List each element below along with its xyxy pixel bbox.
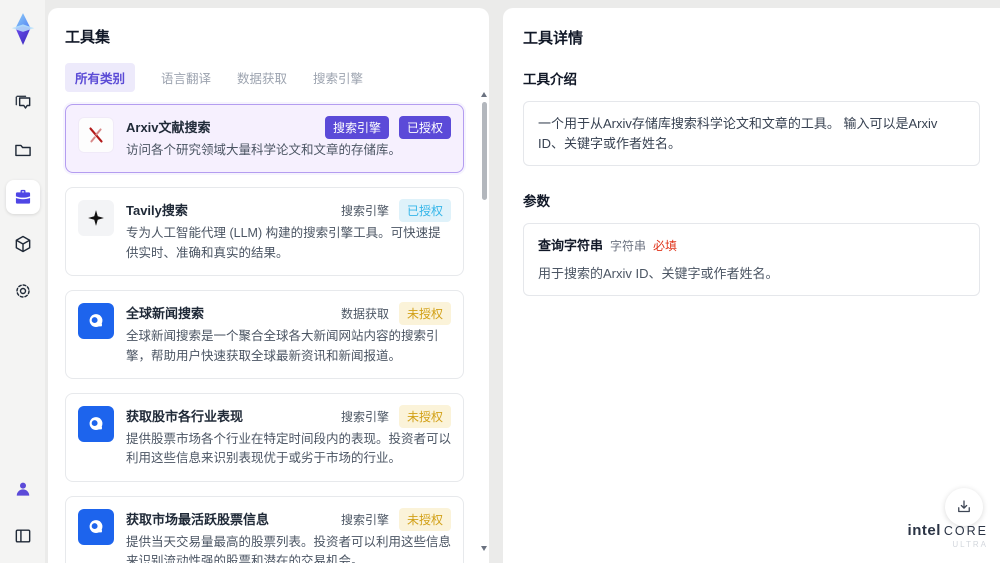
tool-desc: 专为人工智能代理 (LLM) 构建的搜索引擎工具。可快速提供实时、准确和真实的结… [126,226,441,260]
tool-details-panel: 工具详情 工具介绍 一个用于从Arxiv存储库搜索科学论文和文章的工具。 输入可… [503,8,1000,563]
cube-icon[interactable] [6,227,40,261]
category-badge: 搜索引擎 [324,116,389,139]
arxiv-logo-icon [78,117,114,153]
active-stocks-logo-icon [78,508,114,545]
param-type: 字符串 [610,239,647,253]
tavily-logo-icon [78,200,114,237]
status-badge-unauthorized: 未授权 [398,404,451,428]
settings-gear-icon[interactable] [6,274,40,308]
tool-card-global-news[interactable]: 全球新闻搜索 全球新闻搜索是一个聚合全球各大新闻网站内容的搜索引擎，帮助用户快速… [65,290,464,379]
scrollbar-down-arrow[interactable] [481,546,487,551]
chat-icon[interactable] [6,86,40,120]
tool-desc: 提供股票市场各个行业在特定时间段内的表现。投资者可以利用这些信息来识别表现优于或… [126,431,452,466]
intel-core-logo: intel CORE ULTRA [908,523,988,549]
intel-logo-text: intel [907,522,941,539]
tab-data-fetching[interactable]: 数据获取 [237,68,287,87]
param-box: 查询字符串 字符串 必填 用于搜索的Arxiv ID、关键字或作者姓名。 [523,223,980,296]
stock-sector-logo-icon [78,405,114,442]
tool-desc: 访问各个研究领域大量科学论文和文章的存储库。 [126,143,402,157]
tool-desc: 全球新闻搜索是一个聚合全球各大新闻网站内容的搜索引擎，帮助用户快速获取全球最新资… [126,329,439,363]
status-badge-unauthorized: 未授权 [398,302,451,326]
scrollbar-up-arrow[interactable] [481,92,487,97]
sidebar-toggle-icon[interactable] [6,519,40,553]
download-button[interactable] [945,488,983,526]
status-badge-authorized: 已授权 [398,199,451,223]
scrollbar-thumb[interactable] [482,102,487,200]
param-required-flag: 必填 [653,239,678,253]
user-icon[interactable] [6,472,40,506]
folder-icon[interactable] [6,133,40,167]
intro-box: 一个用于从Arxiv存储库搜索科学论文和文章的工具。 输入可以是Arxiv ID… [523,101,980,166]
tool-list: Arxiv文献搜索 访问各个研究领域大量科学论文和文章的存储库。 搜索引擎 已授… [65,104,472,563]
details-title: 工具详情 [523,30,584,47]
tool-card-active-stocks[interactable]: 获取市场最活跃股票信息 提供当天交易量最高的股票列表。投资者可以利用这些信息来识… [65,495,464,563]
page-title: 工具集 [65,29,111,46]
app-rail [0,0,45,563]
global-news-logo-icon [78,303,114,340]
tab-language-translation[interactable]: 语言翻译 [161,68,211,87]
category-label: 搜索引擎 [340,409,389,424]
category-label: 搜索引擎 [340,204,389,219]
app-logo-icon[interactable] [8,12,38,46]
category-label: 数据获取 [340,307,389,322]
toolbox-icon[interactable] [5,180,40,214]
tool-card-tavily[interactable]: Tavily搜索 专为人工智能代理 (LLM) 构建的搜索引擎工具。可快速提供实… [65,187,464,277]
tools-list-panel: 工具集 所有类别 语言翻译 数据获取 搜索引擎 Arxiv文献搜索 访问各个研究… [48,8,489,563]
category-label: 搜索引擎 [340,512,389,527]
params-heading: 参数 [523,194,550,209]
status-badge-unauthorized: 未授权 [398,507,451,531]
ultra-logo-text: ULTRA [952,540,988,549]
param-desc: 用于搜索的Arxiv ID、关键字或作者姓名。 [538,265,779,281]
tool-card-stock-sectors[interactable]: 获取股市各行业表现 提供股票市场各个行业在特定时间段内的表现。投资者可以利用这些… [65,392,464,482]
tool-desc: 提供当天交易量最高的股票列表。投资者可以利用这些信息来识别流动性强的股票和潜在的… [126,534,452,563]
status-badge-authorized: 已授权 [398,116,451,139]
intro-heading: 工具介绍 [523,72,577,87]
tab-all-categories[interactable]: 所有类别 [65,63,136,92]
param-name: 查询字符串 [538,238,604,253]
category-tabs: 所有类别 语言翻译 数据获取 搜索引擎 [65,63,472,92]
core-logo-text: CORE [943,524,988,538]
tab-search-engine[interactable]: 搜索引擎 [313,68,363,87]
intro-text: 一个用于从Arxiv存储库搜索科学论文和文章的工具。 输入可以是Arxiv ID… [538,116,938,151]
tool-card-arxiv[interactable]: Arxiv文献搜索 访问各个研究领域大量科学论文和文章的存储库。 搜索引擎 已授… [65,104,464,174]
